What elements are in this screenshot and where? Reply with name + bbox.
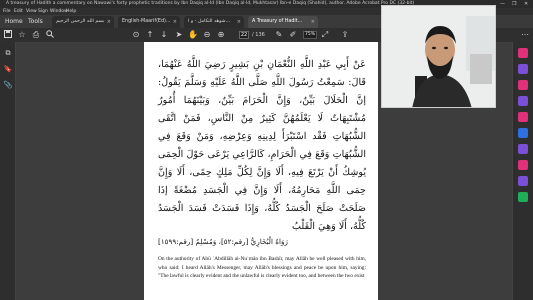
- menu-view[interactable]: View: [26, 8, 37, 15]
- close-tab-icon[interactable]: ×: [311, 16, 315, 28]
- hadith-english-translation: On the authority of Abū ʿAbdillāh al-Nuʿ…: [158, 256, 366, 280]
- comment-tool-icon[interactable]: [518, 112, 528, 122]
- create-pdf-icon[interactable]: [518, 80, 528, 90]
- request-signature-icon[interactable]: [518, 176, 528, 186]
- share-icon[interactable]: ⇪: [340, 30, 350, 40]
- window-title: A treasury of Hadith a commentary on Naw…: [6, 1, 415, 6]
- doc-tab[interactable]: English-Maarif(Ed)... ×: [118, 16, 180, 28]
- acrobat-window: A treasury of Hadith a commentary on Naw…: [0, 0, 533, 300]
- hadith-source: رَوَاهُ الْبُخَارِيُّ [رقم:٥٢]، وَمُسْلِ…: [158, 237, 288, 246]
- more-tools-icon[interactable]: [518, 192, 528, 202]
- highlight-icon[interactable]: ✐: [288, 30, 298, 40]
- minimize-button[interactable]: —: [500, 0, 505, 8]
- doc-tab-label: بسم الله الرحمن الرحيم: [56, 19, 105, 24]
- protect-icon[interactable]: [518, 144, 528, 154]
- more-options-icon[interactable]: ⋯: [520, 30, 530, 40]
- comment-icon[interactable]: ✎: [274, 30, 284, 40]
- organize-pages-icon[interactable]: [518, 96, 528, 106]
- close-button[interactable]: ✕: [524, 0, 528, 8]
- close-tab-icon[interactable]: ×: [107, 16, 111, 28]
- print-icon[interactable]: ⎙: [31, 30, 41, 40]
- presenter-video: [382, 6, 495, 107]
- zoom-out-icon[interactable]: ⊖: [202, 30, 212, 40]
- doc-tab[interactable]: شوهد التكامل - و ا... ×: [184, 16, 244, 28]
- webcam-overlay: [381, 5, 496, 108]
- doc-tab-active[interactable]: A Treasury of Hadit... ×: [248, 16, 318, 28]
- menu-edit[interactable]: Edit: [14, 8, 23, 15]
- doc-tab[interactable]: بسم الله الرحمن الرحيم ×: [52, 16, 114, 28]
- close-tab-icon[interactable]: ×: [237, 16, 241, 28]
- page-thumbnails-icon[interactable]: ⧉: [3, 48, 13, 58]
- doc-tab-label: شوهد التكامل - و ا...: [188, 19, 231, 24]
- tab-home[interactable]: Home: [5, 18, 23, 25]
- select-arrow-icon[interactable]: ➤: [174, 30, 184, 40]
- close-tab-icon[interactable]: ×: [173, 16, 177, 28]
- pdf-page: عَنْ أَبِي عَبْدِ اللَّهِ النُّعْمَانِ ب…: [144, 42, 378, 300]
- combine-files-icon[interactable]: [518, 128, 528, 138]
- hand-tool-icon[interactable]: ✋: [188, 30, 198, 40]
- page-down-icon[interactable]: ↓: [159, 30, 169, 40]
- hadith-arabic-text: عَنْ أَبِي عَبْدِ اللَّهِ النُّعْمَانِ ب…: [158, 59, 366, 232]
- page-up-icon[interactable]: ↑: [145, 30, 155, 40]
- zoom-select[interactable]: 75%: [303, 31, 317, 39]
- menu-help[interactable]: Help: [66, 8, 76, 15]
- doc-tab-label: English-Maarif(Ed)...: [122, 19, 171, 24]
- menu-sign[interactable]: Sign: [38, 8, 48, 15]
- edit-pdf-icon[interactable]: [518, 64, 528, 74]
- search-icon[interactable]: [45, 30, 55, 40]
- right-tools-pane: [512, 42, 533, 300]
- export-pdf-icon[interactable]: [518, 48, 528, 58]
- attachments-icon[interactable]: 📎: [3, 80, 13, 90]
- doc-tab-label: A Treasury of Hadit...: [252, 19, 303, 24]
- save-icon[interactable]: [3, 30, 13, 40]
- fit-page-icon[interactable]: ⤢: [320, 30, 330, 40]
- maximize-button[interactable]: ❐: [512, 0, 516, 8]
- bookmarks-icon[interactable]: 🔖: [3, 64, 13, 74]
- fill-sign-icon[interactable]: [518, 160, 528, 170]
- zoom-in-icon[interactable]: ⊕: [216, 30, 226, 40]
- left-navigation-pane: ⧉ 🔖 📎: [0, 42, 16, 300]
- tab-tools[interactable]: Tools: [28, 18, 43, 25]
- previous-page-icon[interactable]: ⊙: [131, 30, 141, 40]
- menu-file[interactable]: File: [3, 8, 11, 15]
- page-total: / 136: [252, 32, 265, 38]
- bookmark-star-icon[interactable]: ☆: [17, 30, 27, 40]
- page-number-input[interactable]: 22: [239, 31, 249, 39]
